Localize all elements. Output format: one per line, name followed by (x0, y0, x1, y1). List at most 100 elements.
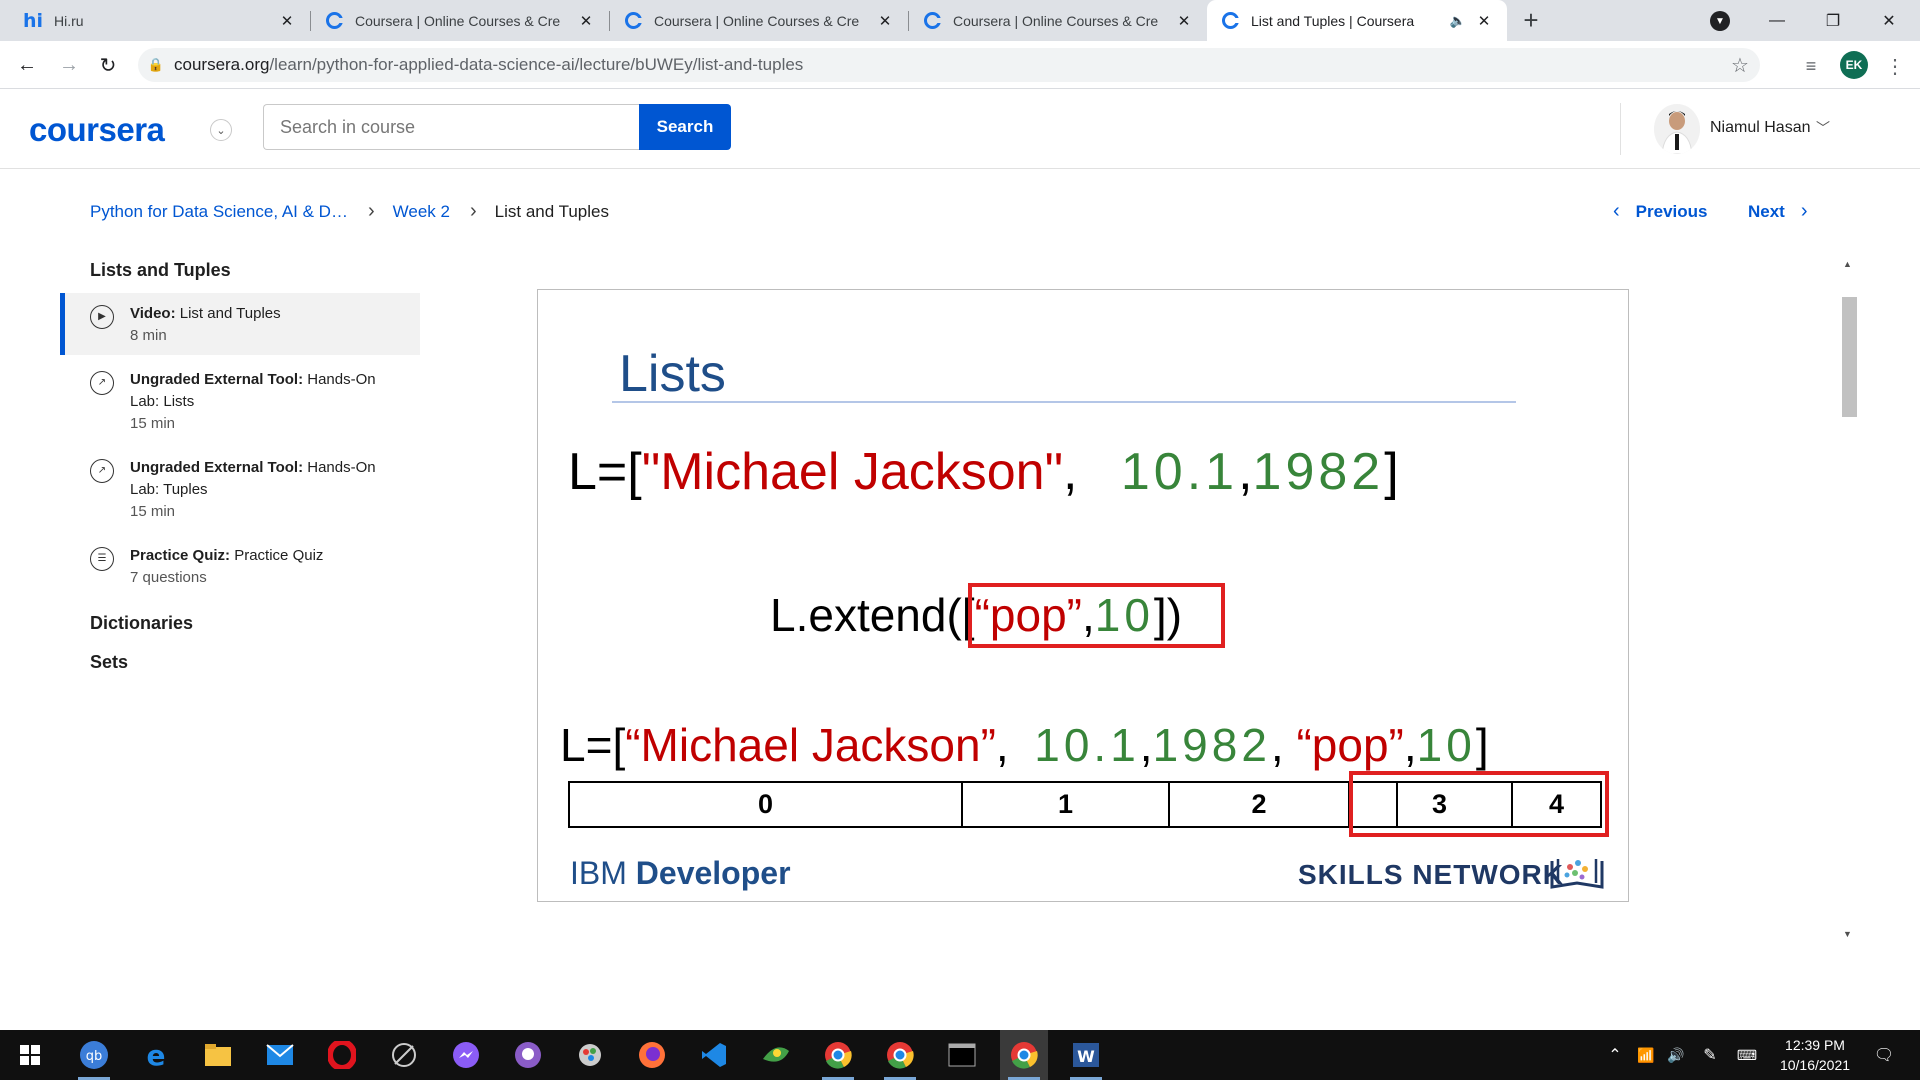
section-title[interactable]: Lists and Tuples (60, 260, 420, 281)
pen-icon[interactable]: ✎ (1696, 1030, 1724, 1080)
close-icon[interactable]: ✕ (278, 12, 296, 30)
terminal-icon[interactable] (938, 1030, 986, 1080)
word-icon[interactable]: W (1062, 1030, 1110, 1080)
volume-icon[interactable]: 🔊 (1662, 1030, 1690, 1080)
item-name-cont: Lab: Lists (130, 393, 195, 410)
browser-tab[interactable]: Coursera | Online Courses & Cre ✕ (610, 0, 908, 41)
github-icon[interactable] (504, 1030, 552, 1080)
sidebar-item-lab-tuples[interactable]: ↗ Ungraded External Tool: Hands-On Lab: … (60, 447, 420, 531)
scroll-down-icon[interactable]: ▼ (1843, 929, 1852, 939)
breadcrumb-week-link[interactable]: Week 2 (393, 202, 450, 222)
app-icon-2[interactable] (752, 1030, 800, 1080)
breadcrumb: Python for Data Science, AI & D… › Week … (90, 200, 609, 223)
bookmark-star-icon[interactable]: ☆ (1720, 53, 1760, 78)
user-name[interactable]: Niamul Hasan (1710, 119, 1810, 137)
chevron-right-icon: › (469, 200, 477, 222)
app-icon[interactable] (380, 1030, 428, 1080)
minimize-button[interactable]: — (1754, 0, 1800, 41)
page-scrollbar[interactable]: ▲ ▼ (1840, 255, 1857, 945)
section-title[interactable]: Sets (60, 652, 420, 673)
external-link-icon: ↗ (90, 459, 114, 483)
edge-icon[interactable]: e (132, 1030, 180, 1080)
video-player[interactable]: Lists L=["Michael Jackson", 10.1,1982] L… (537, 289, 1629, 902)
hi-icon: hi (22, 9, 44, 32)
windows-start-icon[interactable] (6, 1030, 54, 1080)
media-control-icon[interactable]: ≡ (1798, 53, 1824, 79)
chevron-left-icon: ‹ (1613, 200, 1620, 222)
address-bar[interactable]: 🔒 coursera.org/learn/python-for-applied-… (138, 48, 1760, 82)
profile-avatar[interactable]: EK (1840, 51, 1868, 79)
forward-icon[interactable]: → (55, 51, 83, 79)
close-icon[interactable]: ✕ (876, 12, 894, 30)
paint-icon[interactable] (566, 1030, 614, 1080)
speaker-icon[interactable]: 🔈 (1449, 12, 1467, 30)
sidebar-item-video[interactable]: ▶ Video: List and Tuples 8 min (60, 293, 420, 355)
browser-tab[interactable]: hi Hi.ru ✕ (10, 0, 310, 41)
file-explorer-icon[interactable] (194, 1030, 242, 1080)
messenger-icon[interactable] (442, 1030, 490, 1080)
site-header: coursera ⌄ Search Niamul Hasan ﹀ (0, 89, 1920, 169)
reload-icon[interactable]: ↻ (94, 51, 122, 79)
chrome-icon[interactable] (814, 1030, 862, 1080)
firefox-icon[interactable] (628, 1030, 676, 1080)
menu-icon[interactable]: ⋮ (1882, 53, 1908, 79)
browser-tab[interactable]: Coursera | Online Courses & Cre ✕ (311, 0, 609, 41)
windows-taskbar: qb e W ⌃ 📶 🔊 ✎ ⌨ 12:39 PM 10/16/2021 🗨 (0, 1030, 1920, 1080)
opera-icon[interactable] (318, 1030, 366, 1080)
next-button[interactable]: Next › (1748, 200, 1808, 223)
close-icon[interactable]: ✕ (1475, 12, 1493, 30)
item-meta: 15 min (130, 415, 176, 432)
chrome-profile-icon[interactable] (876, 1030, 924, 1080)
item-meta: 15 min (130, 503, 176, 520)
notifications-icon[interactable]: 🗨 (1864, 1030, 1904, 1080)
network-icon[interactable]: 📶 (1632, 1030, 1660, 1080)
previous-label: Previous (1635, 201, 1708, 221)
previous-button[interactable]: ‹ Previous (1613, 200, 1707, 223)
item-meta: 7 questions (130, 569, 207, 586)
restore-button[interactable]: ❐ (1810, 0, 1856, 41)
vscode-icon[interactable] (690, 1030, 738, 1080)
skills-network-logo: SKILLS NETWORK (1298, 859, 1564, 890)
item-type: Ungraded External Tool: (130, 371, 304, 388)
breadcrumb-course-link[interactable]: Python for Data Science, AI & D… (90, 202, 348, 222)
close-icon[interactable]: ✕ (1175, 12, 1193, 30)
section-title[interactable]: Dictionaries (60, 613, 420, 634)
sidebar-item-practice-quiz[interactable]: ☰ Practice Quiz: Practice Quiz 7 questio… (60, 535, 420, 597)
search-input[interactable] (263, 104, 640, 150)
tab-title: Hi.ru (54, 12, 84, 29)
chevron-down-icon[interactable]: ﹀ (1816, 118, 1830, 138)
taskbar-clock[interactable]: 12:39 PM 10/16/2021 (1770, 1035, 1860, 1075)
new-tab-button[interactable]: + (1518, 7, 1544, 34)
coursera-icon (1221, 12, 1240, 30)
scrollbar-thumb[interactable] (1842, 297, 1857, 417)
svg-text:e: e (147, 1041, 166, 1069)
breadcrumb-current: List and Tuples (494, 201, 609, 221)
chrome-ek-icon[interactable] (1000, 1030, 1048, 1080)
lock-icon[interactable]: 🔒 (138, 57, 174, 73)
browser-tab[interactable]: Coursera | Online Courses & Cre ✕ (909, 0, 1207, 41)
close-icon[interactable]: ✕ (577, 12, 595, 30)
close-window-button[interactable]: ✕ (1866, 0, 1912, 41)
scroll-up-icon[interactable]: ▲ (1843, 259, 1852, 269)
chevron-down-icon[interactable]: ⌄ (210, 119, 232, 141)
item-name: Hands-On (307, 459, 376, 476)
url-text[interactable]: coursera.org/learn/python-for-applied-da… (174, 55, 1720, 75)
search-button[interactable]: Search (639, 104, 731, 150)
avatar[interactable] (1654, 104, 1700, 154)
keyboard-icon[interactable]: ⌨ (1730, 1030, 1764, 1080)
browser-tab-active[interactable]: List and Tuples | Coursera 🔈 ✕ (1207, 0, 1507, 41)
sidebar-item-lab-lists[interactable]: ↗ Ungraded External Tool: Hands-On Lab: … (60, 359, 420, 443)
mail-icon[interactable] (256, 1030, 304, 1080)
tab-search-icon[interactable]: ▼ (1710, 11, 1730, 31)
item-name: List and Tuples (179, 305, 281, 322)
tab-title: Coursera | Online Courses & Cre (355, 12, 561, 29)
highlight-box (1349, 771, 1609, 837)
ibm-developer-logo: IBM Developer (570, 855, 791, 891)
index-cell: 1 (963, 783, 1170, 826)
back-icon[interactable]: ← (13, 51, 41, 79)
coursera-logo[interactable]: coursera (29, 111, 165, 149)
qbittorrent-icon[interactable]: qb (70, 1030, 118, 1080)
course-sidebar: Lists and Tuples ▶ Video: List and Tuple… (60, 260, 420, 673)
chevron-up-icon[interactable]: ⌃ (1600, 1030, 1630, 1080)
index-table: 0 1 2 (568, 781, 1398, 828)
